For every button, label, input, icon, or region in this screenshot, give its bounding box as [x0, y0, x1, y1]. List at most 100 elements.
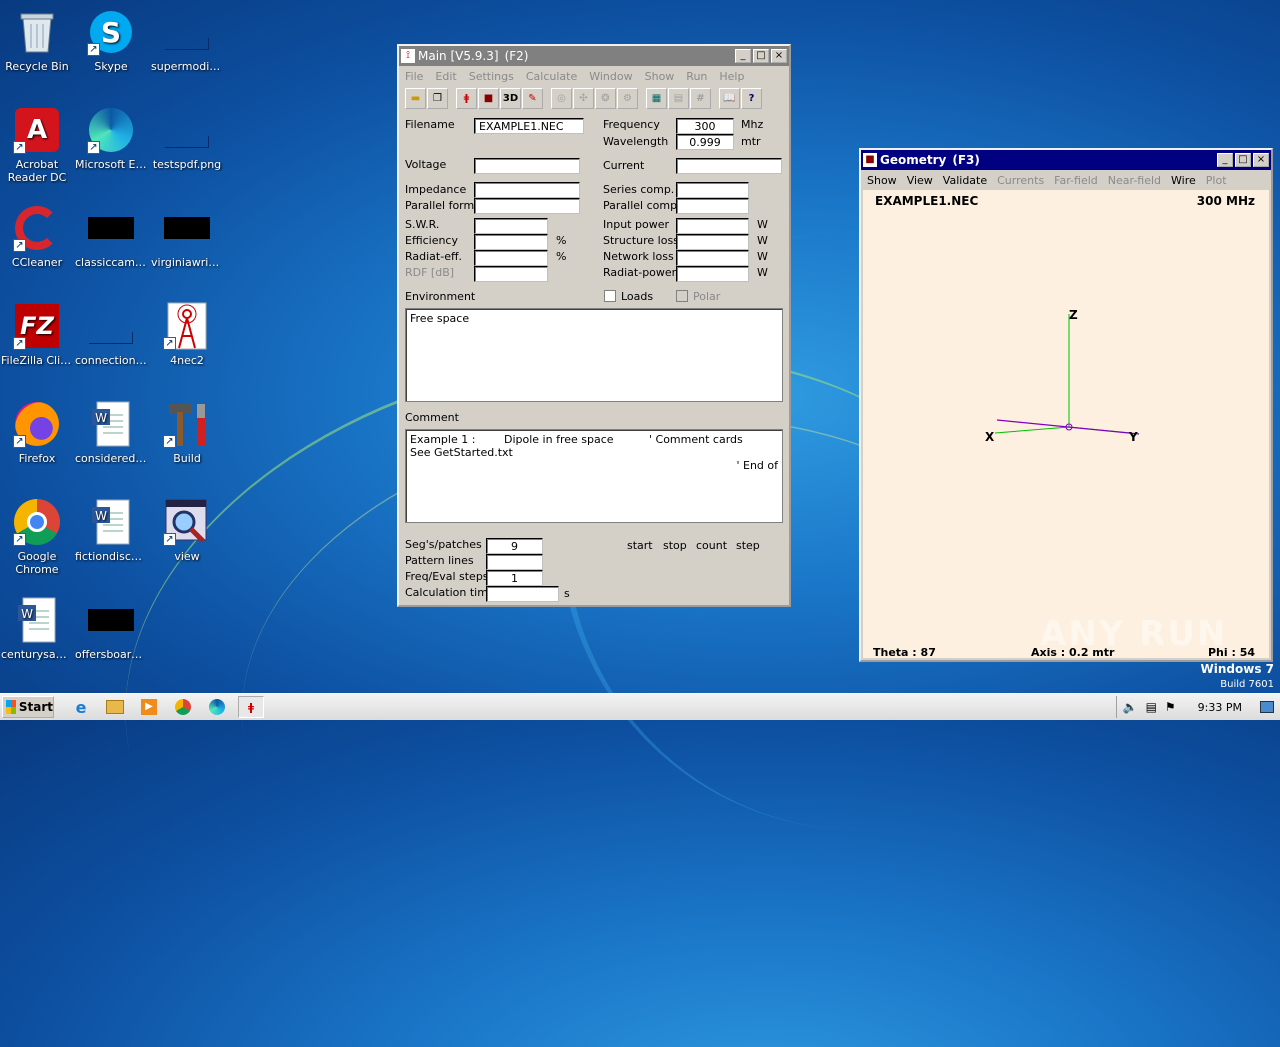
- help-icon[interactable]: ?: [741, 88, 762, 109]
- edge-icon[interactable]: [204, 696, 230, 718]
- radiat-power-field[interactable]: [676, 266, 749, 282]
- menu-show[interactable]: Show: [645, 70, 675, 83]
- acrobat-shortcut[interactable]: A ↗ Acrobat Reader DC: [0, 100, 74, 184]
- ccleaner-shortcut[interactable]: ↗ CCleaner: [0, 198, 74, 269]
- menu-far-field[interactable]: Far-field: [1054, 174, 1098, 187]
- environment-textarea[interactable]: Free space: [405, 308, 783, 402]
- optimize-icon[interactable]: ◎: [551, 88, 572, 109]
- connectionc-file[interactable]: connectionc...: [74, 296, 148, 367]
- chrome-shortcut[interactable]: ↗ Google Chrome: [0, 492, 74, 576]
- ie-icon[interactable]: e: [68, 696, 94, 718]
- minimize-button[interactable]: _: [735, 49, 751, 63]
- settings-gear-icon[interactable]: ⚙: [617, 88, 638, 109]
- efficiency-field[interactable]: [474, 234, 548, 250]
- menu-show[interactable]: Show: [867, 174, 897, 187]
- firefox-shortcut[interactable]: ↗ Firefox: [0, 394, 74, 465]
- main-titlebar[interactable]: ⟟ Main [V5.9.3] (F2) _ □ ×: [399, 46, 789, 66]
- filezilla-shortcut[interactable]: FZ ↗ FileZilla Client: [0, 296, 74, 367]
- geometry-canvas[interactable]: EXAMPLE1.NEC 300 MHz Z X Y Theta : 87 Ax…: [863, 190, 1269, 659]
- impedance-field[interactable]: [474, 182, 580, 198]
- structure-loss-field[interactable]: [676, 234, 749, 250]
- pattern-lines-field[interactable]: [486, 554, 543, 570]
- menu-edit[interactable]: Edit: [435, 70, 456, 83]
- segs-field[interactable]: 9: [486, 538, 543, 554]
- menu-window[interactable]: Window: [589, 70, 632, 83]
- media-player-icon[interactable]: ▶: [136, 696, 162, 718]
- speaker-icon[interactable]: 🔈: [1123, 700, 1138, 714]
- maximize-button[interactable]: □: [1235, 153, 1251, 167]
- maximize-button[interactable]: □: [753, 49, 769, 63]
- consideredv-doc[interactable]: W consideredv...: [74, 394, 148, 465]
- swr-field[interactable]: [474, 218, 548, 234]
- sweep-icon[interactable]: ✣: [573, 88, 594, 109]
- icon-label: Acrobat Reader DC: [7, 158, 67, 184]
- testspdf-file[interactable]: testspdf.png: [150, 100, 224, 171]
- virginiawrite-file[interactable]: virginiawrite...: [150, 198, 224, 269]
- parallel-form-field[interactable]: [474, 198, 580, 214]
- calculator-icon[interactable]: ▦: [646, 88, 667, 109]
- explorer-icon[interactable]: [102, 696, 128, 718]
- 4nec2-icon[interactable]: ǂ: [238, 696, 264, 718]
- edit-icon[interactable]: ✎: [522, 88, 543, 109]
- menu-plot[interactable]: Plot: [1206, 174, 1227, 187]
- menu-wire[interactable]: Wire: [1171, 174, 1196, 187]
- series-comp-field[interactable]: [676, 182, 749, 198]
- menu-run[interactable]: Run: [686, 70, 707, 83]
- close-button[interactable]: ×: [771, 49, 787, 63]
- menu-calculate[interactable]: Calculate: [526, 70, 577, 83]
- geometry-titlebar[interactable]: ■ Geometry (F3) _ □ ×: [861, 150, 1271, 170]
- menu-view[interactable]: View: [907, 174, 933, 187]
- current-field[interactable]: [676, 158, 782, 174]
- menu-file[interactable]: File: [405, 70, 423, 83]
- network-loss-label: Network loss: [603, 250, 674, 263]
- build-shortcut[interactable]: ↗ Build: [150, 394, 224, 465]
- loads-checkbox[interactable]: [604, 290, 616, 302]
- filename-field[interactable]: EXAMPLE1.NEC: [474, 118, 584, 134]
- skype-shortcut[interactable]: S ↗ Skype: [74, 2, 148, 73]
- start-button[interactable]: Start: [2, 696, 54, 718]
- chrome-icon[interactable]: [170, 696, 196, 718]
- 3d-button[interactable]: 3D: [500, 88, 521, 109]
- network-icon[interactable]: ▤: [1146, 700, 1157, 714]
- centurysaw-doc[interactable]: W centurysaw...: [0, 590, 74, 661]
- open-folder-icon[interactable]: ▬: [405, 88, 426, 109]
- chart-icon[interactable]: ▤: [668, 88, 689, 109]
- wavelength-field[interactable]: 0.999: [676, 134, 734, 150]
- network-loss-field[interactable]: [676, 250, 749, 266]
- view-shortcut[interactable]: ↗ view: [150, 492, 224, 563]
- rdf-field[interactable]: [474, 266, 548, 282]
- flag-icon[interactable]: ⚑: [1165, 700, 1176, 714]
- 4nec2-shortcut[interactable]: ↗ 4nec2: [150, 296, 224, 367]
- minimize-button[interactable]: _: [1217, 153, 1233, 167]
- menu-help[interactable]: Help: [719, 70, 744, 83]
- menu-validate[interactable]: Validate: [943, 174, 987, 187]
- edge-shortcut[interactable]: ↗ Microsoft Edge: [74, 100, 148, 171]
- menu-currents[interactable]: Currents: [997, 174, 1044, 187]
- menu-settings[interactable]: Settings: [469, 70, 514, 83]
- offersboard-file[interactable]: offersboard...: [74, 590, 148, 661]
- cube-icon[interactable]: ■: [478, 88, 499, 109]
- voltage-field[interactable]: [474, 158, 580, 174]
- polar-checkbox[interactable]: [676, 290, 688, 302]
- classiccame-file[interactable]: classiccame...: [74, 198, 148, 269]
- radiat-eff-field[interactable]: [474, 250, 548, 266]
- comment-textarea[interactable]: Example 1 : Dipole in free space ' Comme…: [405, 429, 783, 523]
- hash-icon[interactable]: #: [690, 88, 711, 109]
- book-icon[interactable]: 📖: [719, 88, 740, 109]
- parallel-comp-field[interactable]: [676, 198, 749, 214]
- freq-steps-field[interactable]: 1: [486, 570, 543, 586]
- frequency-field[interactable]: 300: [676, 118, 734, 134]
- show-desktop-icon[interactable]: [1260, 701, 1274, 713]
- radiat-eff-label: Radiat-eff.: [405, 250, 463, 263]
- clock[interactable]: 9:33 PM: [1198, 701, 1242, 714]
- recycle-bin-shortcut[interactable]: Recycle Bin: [0, 2, 74, 73]
- copy-windows-icon[interactable]: ❐: [427, 88, 448, 109]
- antenna-tool-icon[interactable]: ǂ: [456, 88, 477, 109]
- fictiondiscus-doc[interactable]: W fictiondiscus...: [74, 492, 148, 563]
- close-button[interactable]: ×: [1253, 153, 1269, 167]
- pattern-icon[interactable]: ❂: [595, 88, 616, 109]
- supermodifi-file[interactable]: supermodifi...: [150, 2, 224, 73]
- input-power-field[interactable]: [676, 218, 749, 234]
- calc-time-field[interactable]: [486, 586, 559, 602]
- menu-near-field[interactable]: Near-field: [1108, 174, 1161, 187]
